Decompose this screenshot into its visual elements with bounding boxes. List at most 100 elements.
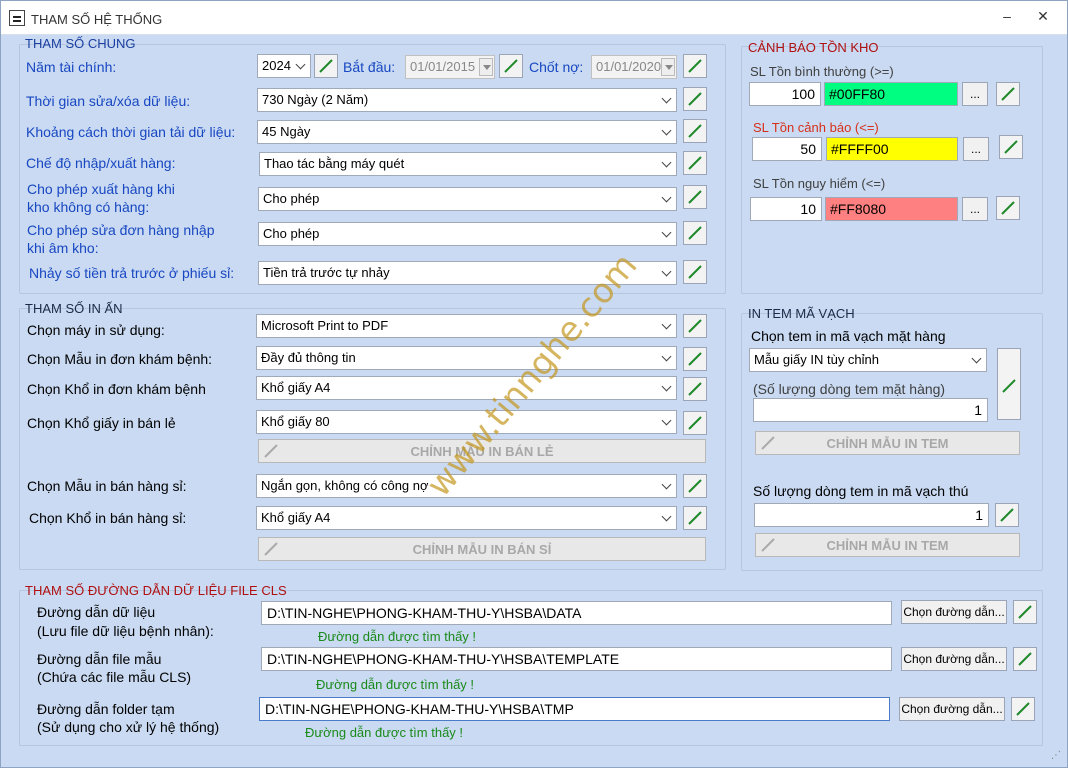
edit-import-label-line1: Cho phép sửa đơn hàng nhập (27, 222, 215, 238)
stock-normal-input[interactable]: 100 (749, 82, 821, 106)
temp-path-input[interactable]: D:\TIN-NGHE\PHONG-KHAM-THU-Y\HSBA\TMP (259, 697, 890, 721)
reload-combo[interactable]: 45 Ngày (257, 120, 677, 144)
export-empty-combo[interactable]: Cho phép (258, 187, 677, 211)
fiscal-year-pen-icon[interactable] (314, 54, 338, 78)
prepay-pen-icon[interactable] (683, 260, 707, 284)
title-bar: THAM SỐ HỆ THỐNG – ✕ (1, 1, 1067, 35)
edit-import-label-line2: khi âm kho: (27, 240, 99, 256)
wholesale-template-pen-icon[interactable] (683, 474, 707, 498)
debt-close-label: Chốt nợ: (529, 59, 584, 75)
retail-paper-pen-icon[interactable] (683, 411, 707, 435)
reload-label: Khoảng cách thời gian tải dữ liệu: (26, 124, 236, 140)
start-date-picker[interactable]: 01/01/2015 (405, 55, 495, 79)
temp-path-pen-icon[interactable] (1011, 697, 1035, 721)
template-path-choose-button[interactable]: Chọn đường dẫn... (901, 647, 1007, 671)
app-icon (9, 10, 25, 26)
barcode-rows-label: (Số lượng dòng tem mặt hàng) (753, 381, 946, 397)
close-button[interactable]: ✕ (1033, 8, 1053, 25)
wholesale-paper-label: Chọn Khổ in bán hàng sỉ: (29, 510, 187, 526)
prepay-label: Nhảy số tiền trả trước ở phiếu sỉ: (29, 265, 235, 281)
export-empty-label-line2: kho không có hàng: (27, 199, 150, 215)
exam-template-combo[interactable]: Đầy đủ thông tin (256, 346, 677, 370)
reload-pen-icon[interactable] (683, 119, 707, 143)
data-path-input[interactable]: D:\TIN-NGHE\PHONG-KHAM-THU-Y\HSBA\DATA (261, 601, 892, 625)
printer-label: Chọn máy in sử dụng: (27, 322, 165, 338)
edit-wholesale-template-button[interactable]: CHỈNH MẪU IN BÁN SỈ (258, 537, 706, 561)
stock-warn-color-button[interactable]: ... (963, 137, 989, 161)
stock-normal-pen-icon[interactable] (996, 82, 1020, 106)
data-path-label-line1: Đường dẫn dữ liệu (37, 604, 156, 620)
stock-warn-input[interactable]: 50 (752, 137, 822, 161)
fiscal-year-combo[interactable]: 2024 (257, 54, 311, 78)
window-title: THAM SỐ HỆ THỐNG (31, 12, 163, 27)
io-mode-pen-icon[interactable] (683, 151, 707, 175)
stock-warning-title: CẢNH BÁO TỒN KHO (748, 40, 879, 55)
exam-paper-pen-icon[interactable] (683, 377, 707, 401)
edit-retail-template-button[interactable]: CHỈNH MẪU IN BÁN LẺ (258, 439, 706, 463)
debt-close-pen-icon[interactable] (683, 54, 707, 78)
exam-paper-label: Chọn Khổ in đơn khám bệnh (27, 381, 206, 397)
template-path-input[interactable]: D:\TIN-NGHE\PHONG-KHAM-THU-Y\HSBA\TEMPLA… (261, 647, 892, 671)
data-path-choose-button[interactable]: Chọn đường dẫn... (901, 600, 1007, 624)
stock-warn-pen-icon[interactable] (999, 135, 1023, 159)
barcode-item-combo[interactable]: Mẫu giấy IN tùy chỉnh (749, 348, 987, 372)
debt-close-date-picker[interactable]: 01/01/2020 (591, 55, 677, 79)
stock-danger-input[interactable]: 10 (750, 197, 822, 221)
io-mode-label: Chế độ nhập/xuất hàng: (26, 155, 176, 171)
stock-danger-label: SL Tồn nguy hiểm (<=) (753, 176, 886, 191)
settings-window: THAM SỐ HỆ THỐNG – ✕ THAM SỐ CHUNG Năm t… (0, 0, 1068, 768)
pet-rows-pen-icon[interactable] (995, 503, 1019, 527)
wholesale-paper-combo[interactable]: Khổ giấy A4 (256, 506, 677, 530)
template-path-label-line1: Đường dẫn file mẫu (37, 651, 162, 667)
wholesale-template-combo[interactable]: Ngắn gọn, không có công nợ (256, 474, 677, 498)
temp-path-choose-button[interactable]: Chọn đường dẫn... (899, 697, 1005, 721)
temp-path-status: Đường dẫn được tìm thấy ! (305, 725, 464, 740)
retail-paper-label: Chọn Khổ giấy in bán lẻ (27, 415, 176, 431)
pen-icon (263, 541, 279, 560)
template-path-label-line2: (Chứa các file mẫu CLS) (37, 669, 192, 685)
retail-paper-combo[interactable]: Khổ giấy 80 (256, 410, 677, 434)
barcode-title: IN TEM MÃ VẠCH (748, 306, 855, 321)
edit-import-pen-icon[interactable] (683, 221, 707, 245)
stock-warn-label: SL Tồn cảnh báo (<=) (753, 120, 879, 135)
edit-pet-barcode-template-button[interactable]: CHỈNH MẪU IN TEM (755, 533, 1020, 557)
exam-paper-combo[interactable]: Khổ giấy A4 (256, 376, 677, 400)
stock-danger-color-button[interactable]: ... (962, 197, 988, 221)
export-empty-label-line1: Cho phép xuất hàng khi (27, 181, 175, 197)
io-mode-combo[interactable]: Thao tác bằng máy quét (259, 152, 677, 176)
data-path-status: Đường dẫn được tìm thấy ! (318, 629, 477, 644)
resize-grip-icon[interactable]: ⋰ (1051, 750, 1061, 761)
print-title: THAM SỐ IN ẤN (25, 301, 123, 316)
edit-import-combo[interactable]: Cho phép (258, 222, 677, 246)
edit-time-label: Thời gian sửa/xóa dữ liệu: (26, 93, 191, 109)
stock-danger-pen-icon[interactable] (996, 196, 1020, 220)
start-date-pen-icon[interactable] (499, 54, 523, 78)
template-path-pen-icon[interactable] (1013, 647, 1037, 671)
stock-normal-color: #00FF80 (824, 82, 958, 106)
pen-icon (760, 435, 776, 454)
exam-template-pen-icon[interactable] (683, 347, 707, 371)
stock-normal-color-button[interactable]: ... (962, 82, 988, 106)
edit-time-combo[interactable]: 730 Ngày (2 Năm) (257, 88, 677, 112)
barcode-rows-input[interactable]: 1 (753, 398, 988, 422)
minimize-button[interactable]: – (997, 8, 1017, 24)
general-title: THAM SỐ CHUNG (25, 36, 136, 51)
data-path-pen-icon[interactable] (1013, 600, 1037, 624)
pet-rows-label: Số lượng dòng tem in mã vạch thú (753, 483, 969, 499)
paths-title: THAM SỐ ĐƯỜNG DẪN DỮ LIỆU FILE CLS (25, 583, 287, 598)
prepay-combo[interactable]: Tiền trả trước tự nhảy (258, 261, 677, 285)
printer-combo[interactable]: Microsoft Print to PDF (256, 314, 677, 338)
edit-barcode-template-button[interactable]: CHỈNH MẪU IN TEM (755, 431, 1020, 455)
wholesale-paper-pen-icon[interactable] (683, 506, 707, 530)
printer-pen-icon[interactable] (683, 314, 707, 338)
edit-time-pen-icon[interactable] (683, 87, 707, 111)
temp-path-label-line1: Đường dẫn folder tạm (37, 701, 175, 717)
barcode-item-label: Chọn tem in mã vạch mặt hàng (751, 328, 946, 344)
export-empty-pen-icon[interactable] (683, 185, 707, 209)
pet-rows-input[interactable]: 1 (754, 503, 989, 527)
wholesale-template-label: Chọn Mẫu in bán hàng sỉ: (27, 478, 187, 494)
fiscal-year-label: Năm tài chính: (26, 59, 117, 75)
barcode-item-pen-icon[interactable] (997, 348, 1021, 420)
stock-warn-color: #FFFF00 (826, 137, 958, 161)
stock-danger-color: #FF8080 (825, 197, 958, 221)
